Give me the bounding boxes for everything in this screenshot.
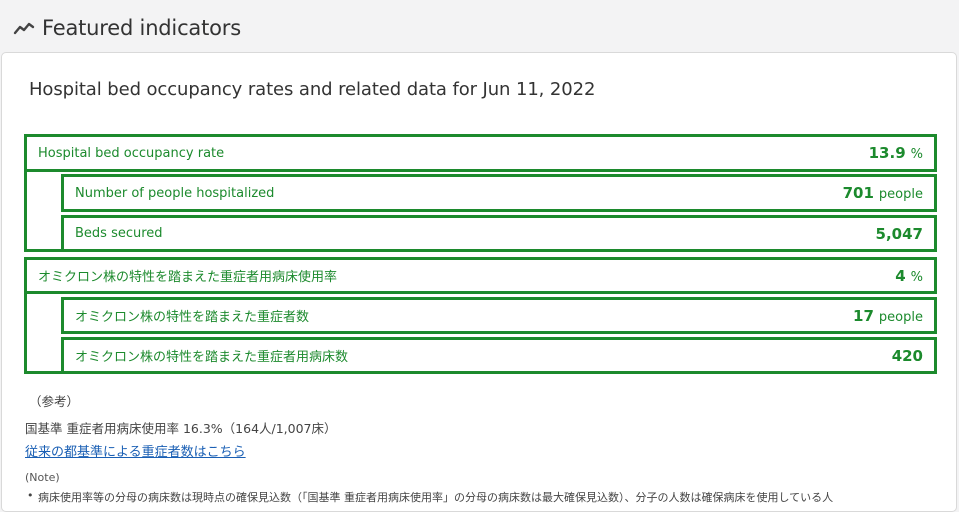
row-value: 701 [842,184,874,202]
note-heading: (Note) [25,471,60,484]
row-unit: people [878,309,923,325]
trend-line-icon [13,22,35,35]
row-label: オミクロン株の特性を踏まえた重症者数 [75,310,310,325]
row-label: Beds secured [75,226,163,241]
omicron-severe-rate-row: オミクロン株の特性を踏まえた重症者用病床使用率 4% [24,257,937,294]
row-label: オミクロン株の特性を踏まえた重症者用病床数 [75,350,349,365]
group-connector [24,168,61,252]
bed-occupancy-group: Hospital bed occupancy rate 13.9% Number… [24,134,937,252]
row-label: オミクロン株の特性を踏まえた重症者用病床使用率 [38,270,338,285]
row-unit: % [910,269,923,285]
row-value: 17 [853,306,874,325]
card-title: Hospital bed occupancy rates and related… [29,79,596,100]
hospitalized-row: Number of people hospitalized 701 people [61,174,937,212]
bed-occupancy-rate-row: Hospital bed occupancy rate 13.9% [24,134,937,172]
group-connector [24,291,61,374]
note-item: 病床使用率等の分母の病床数は現時点の確保見込数（「国基準 重症者用病床使用率」の… [27,489,833,505]
row-unit: people [878,187,923,202]
row-unit: % [910,147,923,162]
beds-secured-row: Beds secured 5,047 [61,215,937,252]
omicron-severe-count-row: オミクロン株の特性を踏まえた重症者数 17 people [61,297,937,334]
reference-line: 国基準 重症者用病床使用率 16.3%（164人/1,007床） [25,421,337,436]
row-value: 13.9 [868,144,906,162]
indicators-card: Hospital bed occupancy rates and related… [1,52,957,512]
section-title: Featured indicators [42,16,241,40]
row-label: Number of people hospitalized [75,185,275,201]
reference-notes: （参考） 国基準 重症者用病床使用率 16.3%（164人/1,007床） 従来… [25,391,337,460]
row-value: 5,047 [875,224,923,243]
reference-heading: （参考） [29,394,80,409]
omicron-severe-beds-row: オミクロン株の特性を踏まえた重症者用病床数 420 [61,337,937,374]
previous-criteria-link[interactable]: 従来の都基準による重症者数はこちら [25,441,337,460]
omicron-group: オミクロン株の特性を踏まえた重症者用病床使用率 4% オミクロン株の特性を踏まえ… [24,257,937,374]
section-header: Featured indicators [13,13,241,43]
row-label: Hospital bed occupancy rate [38,145,225,161]
row-value: 420 [891,346,923,365]
row-value: 4 [895,266,906,285]
